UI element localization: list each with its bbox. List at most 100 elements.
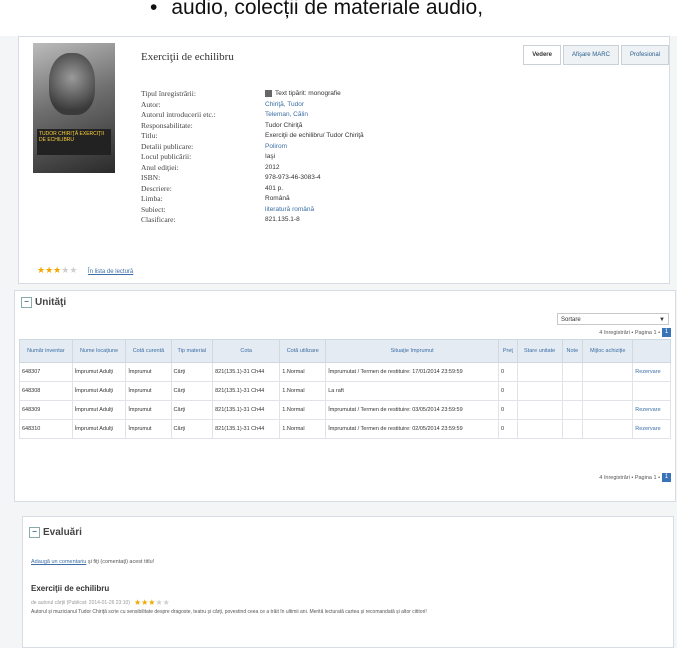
cover-portrait: [49, 53, 95, 115]
table-cell: 648308: [19, 381, 73, 401]
table-cell: 0: [498, 381, 518, 401]
field-label: Limba:: [141, 194, 163, 203]
table-cell: 648310: [19, 419, 73, 439]
field-value[interactable]: Polirom: [265, 142, 287, 153]
column-header[interactable]: Cota: [212, 339, 281, 363]
table-cell: Cărţi: [170, 381, 214, 401]
add-comment-line: Adaugă un comentariu şi fiţi (comentaţi)…: [31, 559, 154, 565]
add-comment-link[interactable]: Adaugă un comentariu: [31, 559, 86, 565]
units-title: Unităţi: [35, 297, 67, 308]
column-header[interactable]: Stare unitate: [516, 339, 563, 363]
table-cell: 0: [498, 362, 518, 382]
field-label: Detalii publicare:: [141, 141, 194, 151]
field-label: Locul publicării:: [141, 152, 192, 161]
column-header[interactable]: Preţ: [498, 339, 518, 363]
tab-professional-view[interactable]: Profesional: [620, 45, 669, 65]
table-cell: 1.Normal: [279, 419, 327, 439]
table-cell: Cărţi: [170, 419, 214, 439]
record-field-row: Responsabilitate: Tudor Chiriţă: [141, 121, 364, 132]
table-cell: Cărţi: [170, 362, 214, 382]
pager-bottom: 4 înregistrări • Pagina 1 • 1: [599, 473, 671, 482]
column-header[interactable]: [632, 339, 671, 363]
field-value[interactable]: literatură română: [265, 205, 314, 216]
record-field-row: Autor: Chiriţă, Tudor: [141, 100, 364, 111]
column-header[interactable]: Tip material: [170, 339, 214, 363]
rating-stars[interactable]: ★★★★★: [37, 265, 77, 275]
units-panel: − Unităţi Sortare ▼ 4 înregistrări • Pagin…: [14, 290, 676, 502]
record-field-row: Subiect: literatură română: [141, 205, 364, 216]
table-cell: [561, 400, 584, 420]
table-cell: 648307: [19, 362, 73, 382]
column-header[interactable]: Cotă curentă: [125, 339, 172, 363]
reserve-link[interactable]: Rezervare: [632, 419, 671, 439]
table-cell: [561, 362, 584, 382]
record-rating: ★★★★★ În lista de lectură: [37, 265, 133, 276]
table-cell: [582, 400, 634, 420]
field-value: 978-973-46-3083-4: [265, 173, 321, 184]
field-label: Autor:: [141, 99, 161, 109]
reserve-link[interactable]: Rezervare: [632, 400, 671, 420]
chevron-down-icon: ▼: [659, 317, 665, 323]
record-field-row: Locul publicării: Iaşi: [141, 152, 364, 163]
record-panel: TUDOR CHIRIŢĂ EXERCIŢII DE ECHILIBRU Exe…: [18, 36, 670, 284]
table-cell: Cărţi: [170, 400, 214, 420]
reviews-header[interactable]: − Evaluări: [29, 527, 82, 538]
collapse-icon[interactable]: −: [29, 527, 40, 538]
table-cell: Împrumut: [125, 419, 172, 439]
reserve-link: [632, 381, 671, 401]
column-header[interactable]: Cotă utilizare: [279, 339, 327, 363]
field-label: Clasificare:: [141, 215, 176, 224]
field-label: Tipul înregistrării:: [141, 89, 196, 98]
table-cell: 648309: [19, 400, 73, 420]
tab-normal-view[interactable]: Vedere: [523, 45, 561, 65]
field-value-text: 821.135.1-8: [265, 216, 300, 223]
record-field-row: Descriere: 401 p.: [141, 184, 364, 195]
table-cell: [561, 381, 584, 401]
reviews-title: Evaluări: [43, 527, 82, 538]
reading-list-link[interactable]: În lista de lectură: [88, 269, 133, 275]
table-cell: 0: [498, 400, 518, 420]
next-page-button[interactable]: 1: [662, 473, 671, 482]
table-cell: [516, 381, 563, 401]
table-header-row: Număr inventar Nume locaţiune Cotă curentă…: [19, 339, 671, 363]
reserve-link[interactable]: Rezervare: [632, 362, 671, 382]
column-header[interactable]: Nume locaţiune: [71, 339, 127, 363]
collapse-icon[interactable]: −: [21, 297, 32, 308]
table-cell: [561, 419, 584, 439]
record-field-row: Tipul înregistrării: Text tipărit: monogr…: [141, 89, 364, 100]
column-header[interactable]: Număr inventar: [19, 339, 73, 363]
table-cell: 821(135.1)-31 Ch44: [212, 362, 281, 382]
table-cell: 821(135.1)-31 Ch44: [212, 381, 281, 401]
table-row: 648307 Împrumut Adulţi Împrumut Cărţi 821(13…: [19, 362, 671, 382]
table-cell: Împrumutat / Termen de restituire: 03/05…: [325, 400, 500, 420]
table-cell: Împrumut Adulţi: [71, 381, 127, 401]
table-cell: Împrumut Adulţi: [71, 362, 127, 382]
sort-select[interactable]: Sortare ▼: [557, 313, 669, 325]
review-title[interactable]: Exerciţii de echilibru: [31, 584, 109, 593]
field-value-text: Tudor Chiriţă: [265, 121, 303, 129]
field-value[interactable]: Chiriţă, Tudor: [265, 100, 304, 111]
table-row: 648308 Împrumut Adulţi Împrumut Cărţi 821(13…: [19, 381, 671, 401]
column-header[interactable]: Situaţie împrumut: [325, 339, 500, 363]
field-label: ISBN:: [141, 173, 161, 182]
tab-marc-view[interactable]: Afişare MARC: [562, 45, 619, 65]
table-cell: Împrumut: [125, 400, 172, 420]
column-header[interactable]: Note: [561, 339, 584, 363]
star-icon: ★: [162, 598, 170, 607]
field-label: Titlu:: [141, 131, 158, 140]
field-value-text: Polirom: [265, 142, 288, 150]
field-value-text: 2012: [265, 163, 280, 171]
table-cell: Împrumut Adulţi: [71, 400, 127, 420]
next-page-button[interactable]: 1: [662, 328, 671, 337]
field-value-text: Teleman, Călin: [265, 111, 308, 118]
units-header[interactable]: − Unităţi: [21, 297, 66, 308]
field-value[interactable]: Teleman, Călin: [265, 110, 308, 121]
field-value: 2012: [265, 163, 279, 174]
field-value: 821.135.1-8: [265, 215, 300, 226]
field-value: Exerciţii de echilibru/ Tudor Chiriţă: [265, 131, 364, 142]
table-cell: Împrumut Adulţi: [71, 419, 127, 439]
field-value: 401 p.: [265, 184, 283, 195]
reviews-panel: − Evaluări Adaugă un comentariu şi fiţi (…: [22, 516, 674, 648]
star-icon: ★: [37, 265, 46, 275]
column-header[interactable]: Mijloc achiziţie: [582, 339, 634, 363]
